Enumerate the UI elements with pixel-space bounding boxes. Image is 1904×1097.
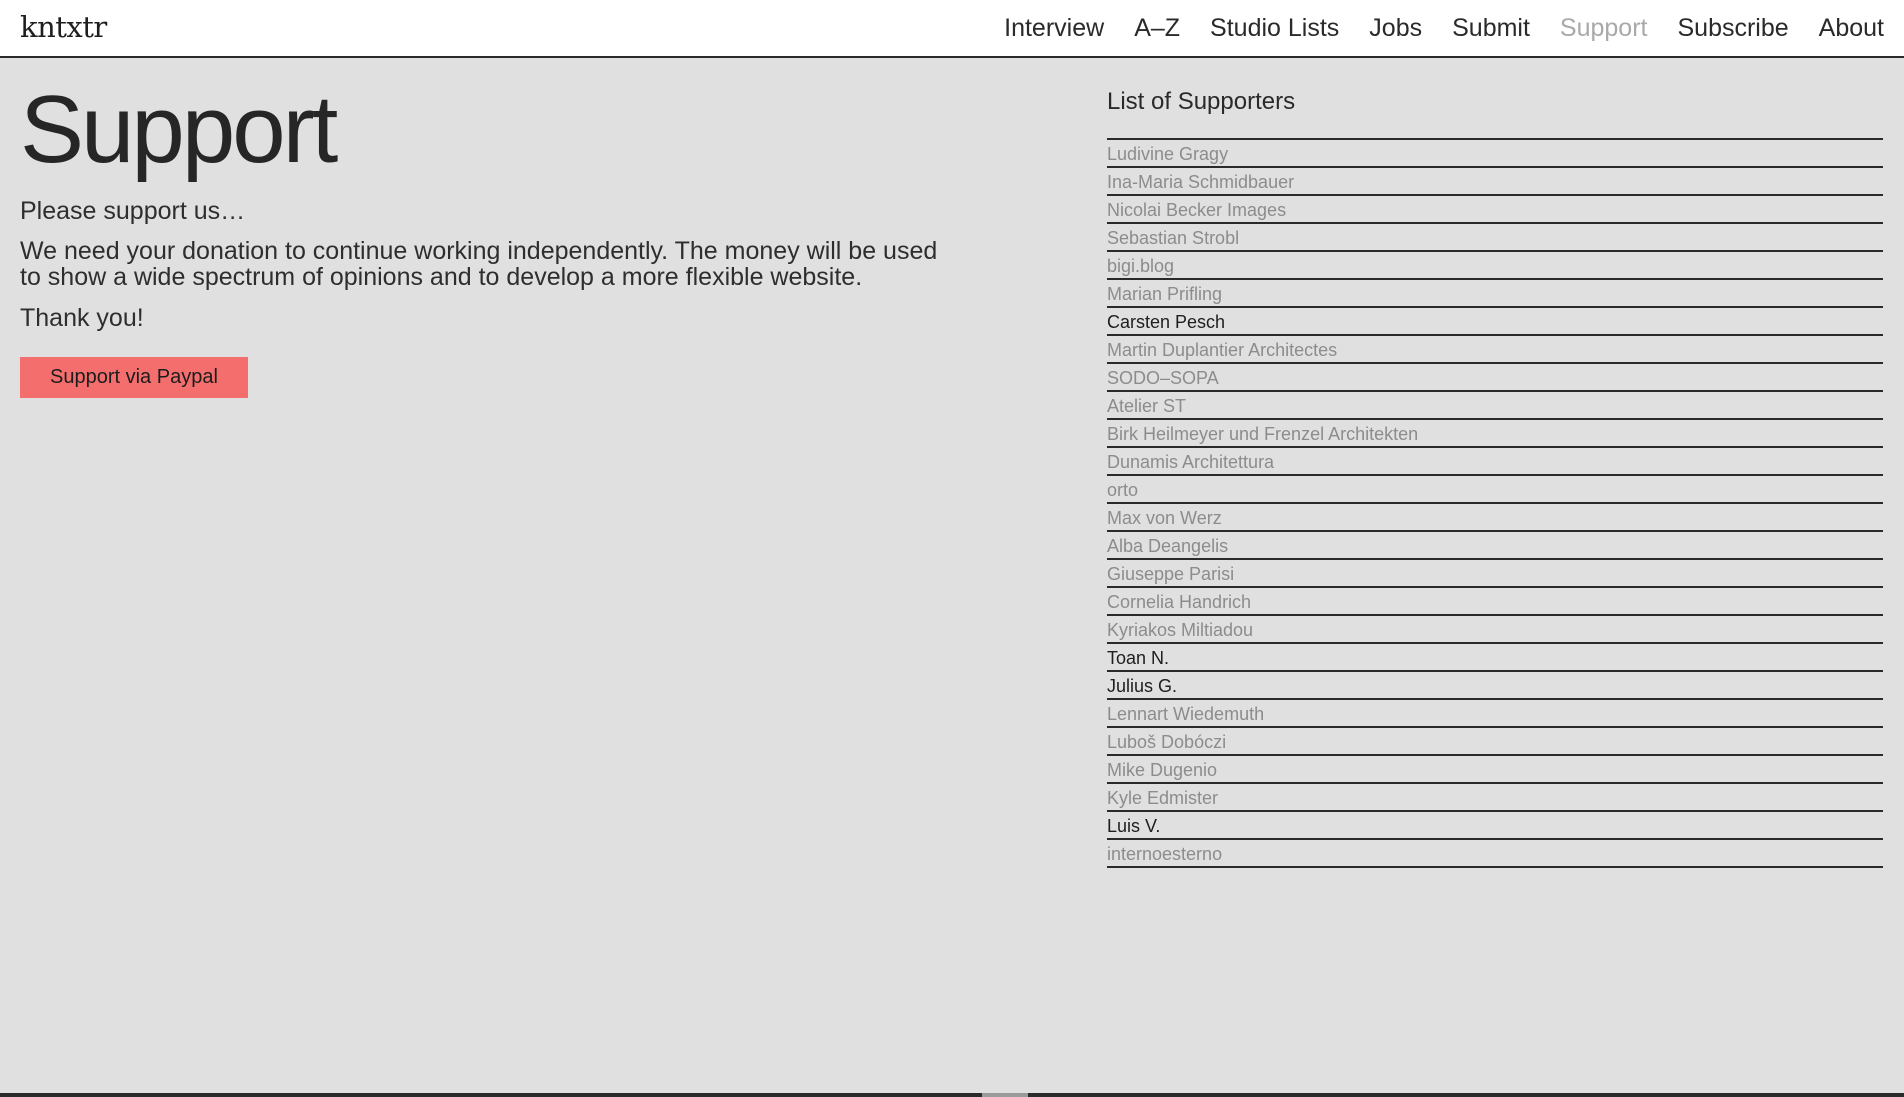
nav-support[interactable]: Support [1560,14,1648,43]
supporter-item: Kyle Edmister [1107,784,1883,812]
bottom-divider [0,1093,1904,1097]
nav-about[interactable]: About [1819,14,1884,43]
page-title: Support [20,76,338,183]
supporter-item: Carsten Pesch [1107,308,1883,336]
supporter-item: Ludivine Gragy [1107,140,1883,168]
supporter-item: Luis V. [1107,812,1883,840]
supporter-item: bigi.blog [1107,252,1883,280]
supporter-item: Max von Werz [1107,504,1883,532]
supporters-title: List of Supporters [1107,88,1296,115]
supporter-item: Toan N. [1107,644,1883,672]
supporter-item: Giuseppe Parisi [1107,560,1883,588]
supporter-item: Alba Deangelis [1107,532,1883,560]
supporter-item: Julius G. [1107,672,1883,700]
support-content: Support Please support us… We need your … [20,58,980,398]
nav-submit[interactable]: Submit [1452,14,1530,43]
bottom-handle[interactable] [982,1093,1028,1097]
main-nav: Interview A–Z Studio Lists Jobs Submit S… [1004,14,1904,43]
supporters-list: Ludivine Gragy Ina-Maria Schmidbauer Nicol… [1107,138,1883,868]
supporter-item: Lennart Wiedemuth [1107,700,1883,728]
supporter-item: orto [1107,476,1883,504]
nav-studio-lists[interactable]: Studio Lists [1210,14,1339,43]
supporter-item: SODO–SOPA [1107,364,1883,392]
nav-subscribe[interactable]: Subscribe [1677,14,1788,43]
supporter-item: Marian Prifling [1107,280,1883,308]
supporter-item: Luboš Dobóczi [1107,728,1883,756]
supporter-item: internoesterno [1107,840,1883,868]
supporter-item: Atelier ST [1107,392,1883,420]
nav-a-z[interactable]: A–Z [1134,14,1180,43]
supporter-item: Martin Duplantier Architectes [1107,336,1883,364]
supporter-item: Nicolai Becker Images [1107,196,1883,224]
supporter-item: Birk Heilmeyer und Frenzel Architekten [1107,420,1883,448]
supporter-item: Ina-Maria Schmidbauer [1107,168,1883,196]
supporter-item: Dunamis Architettura [1107,448,1883,476]
top-bar: kntxtr Interview A–Z Studio Lists Jobs S… [0,0,1904,58]
nav-interview[interactable]: Interview [1004,14,1104,43]
nav-jobs[interactable]: Jobs [1369,14,1422,43]
supporter-item: Cornelia Handrich [1107,588,1883,616]
donation-text: We need your donation to continue workin… [20,237,938,291]
site-logo[interactable]: kntxtr [20,10,107,44]
supporter-item: Sebastian Strobl [1107,224,1883,252]
intro-text: Please support us… [20,197,246,225]
supporter-item: Mike Dugenio [1107,756,1883,784]
support-paypal-button[interactable]: Support via Paypal [20,357,248,398]
supporters-panel: List of Supporters Ludivine Gragy Ina-Mar… [1107,84,1883,868]
thanks-text: Thank you! [20,304,144,332]
supporter-item: Kyriakos Miltiadou [1107,616,1883,644]
